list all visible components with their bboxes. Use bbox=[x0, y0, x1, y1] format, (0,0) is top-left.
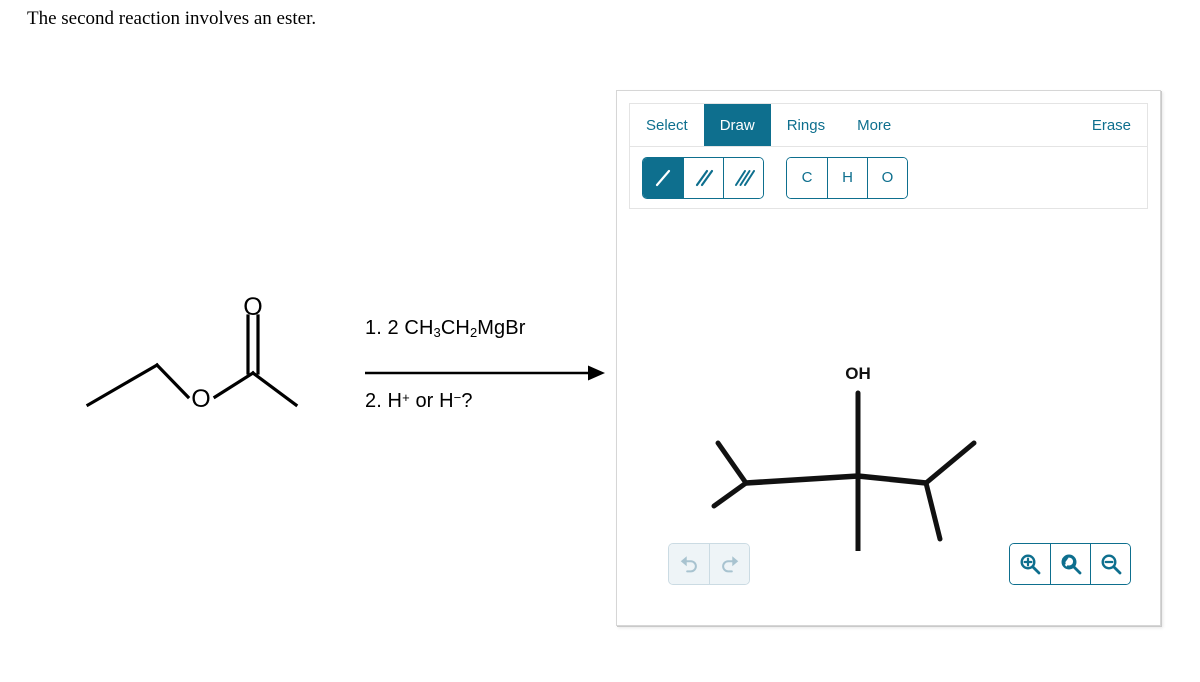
double-bond-icon bbox=[695, 169, 713, 186]
triple-bond-icon bbox=[734, 169, 755, 186]
zoom-button-group bbox=[1009, 543, 1131, 585]
bond-order-group bbox=[642, 156, 764, 199]
zoom-in-icon bbox=[1020, 554, 1041, 575]
editor-mode-tabs: Select Draw Rings More Erase bbox=[629, 103, 1148, 147]
atom-group: C H O bbox=[786, 156, 908, 199]
tab-more[interactable]: More bbox=[841, 104, 907, 146]
redo-icon bbox=[721, 556, 738, 573]
editor-tool-options: C H O bbox=[629, 147, 1148, 209]
tab-draw[interactable]: Draw bbox=[703, 104, 771, 146]
single-bond-icon bbox=[655, 169, 671, 186]
reagent-line-2: 2. H+ or H−? bbox=[365, 390, 473, 413]
single-bond-button[interactable] bbox=[643, 157, 683, 198]
reagent-2-mid: or H bbox=[409, 390, 454, 412]
atom-button-c[interactable]: C bbox=[787, 157, 827, 198]
reagent-1-mid: CH bbox=[440, 317, 470, 339]
reagent-1-prefix: 1. 2 CH bbox=[365, 317, 434, 339]
carbonyl-oxygen-label: O bbox=[243, 293, 262, 321]
reagent-2-tail: ? bbox=[461, 390, 473, 412]
zoom-in-button[interactable] bbox=[1010, 544, 1050, 584]
undo-icon bbox=[680, 556, 697, 573]
ester-oxygen-label: O bbox=[191, 385, 210, 413]
zoom-out-button[interactable] bbox=[1090, 544, 1130, 584]
reaction-arrow bbox=[365, 365, 605, 381]
tab-rings[interactable]: Rings bbox=[771, 104, 841, 146]
reagent-2-sup1: + bbox=[402, 390, 410, 405]
zoom-out-icon bbox=[1100, 554, 1121, 575]
drawn-tertiary-alcohol: OH bbox=[711, 364, 977, 551]
drawing-canvas[interactable]: OH bbox=[629, 221, 1148, 551]
reagent-line-1: 1. 2 CH3CH2MgBr bbox=[365, 317, 525, 340]
reaction-scheme: O O 1. 2 CH3CH2MgBr 2. H+ or H−? bbox=[60, 285, 620, 450]
reagent-2-prefix: 2. H bbox=[365, 390, 403, 412]
reagent-1-tail: MgBr bbox=[477, 317, 526, 339]
undo-button[interactable] bbox=[669, 544, 709, 584]
hydroxyl-label: OH bbox=[845, 364, 871, 383]
triple-bond-button[interactable] bbox=[723, 157, 763, 198]
zoom-reset-button[interactable] bbox=[1050, 544, 1090, 584]
tab-select[interactable]: Select bbox=[630, 104, 704, 146]
erase-button[interactable]: Erase bbox=[1076, 104, 1147, 146]
ethyl-acetate-structure: O O bbox=[85, 293, 605, 413]
page-title: The second reaction involves an ester. bbox=[27, 8, 317, 29]
atom-button-o[interactable]: O bbox=[867, 157, 907, 198]
molecule-editor-panel: Select Draw Rings More Erase C H O OH bbox=[616, 90, 1161, 626]
double-bond-button[interactable] bbox=[683, 157, 723, 198]
zoom-reset-icon bbox=[1060, 554, 1081, 575]
editor-toolbar: Select Draw Rings More Erase C H O bbox=[629, 103, 1148, 209]
redo-button[interactable] bbox=[709, 544, 749, 584]
atom-button-h[interactable]: H bbox=[827, 157, 867, 198]
reagent-1-sub1: 3 bbox=[433, 325, 441, 340]
history-button-group bbox=[668, 543, 750, 585]
